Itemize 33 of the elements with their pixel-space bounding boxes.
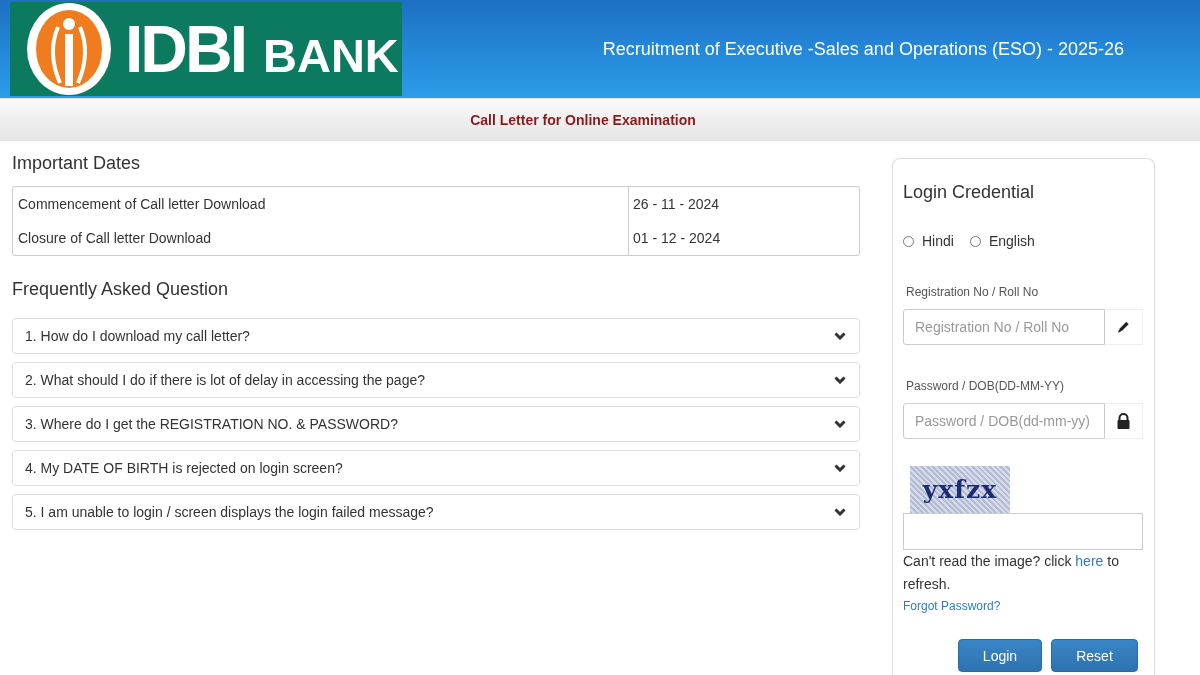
faq-item[interactable]: 5. I am unable to login / screen displays the login failed message? (12, 494, 860, 530)
login-button[interactable]: Login (958, 639, 1042, 672)
logo-emblem-icon (27, 3, 111, 95)
field-label: Registration No / Roll No (906, 284, 1040, 300)
pencil-icon (1116, 319, 1131, 335)
lock-icon (1116, 413, 1131, 429)
table-cell: 26 - 11 - 2024 (628, 187, 859, 221)
field-label: Password / DOB(DD-MM-YY) (906, 378, 1065, 394)
table-cell-text: Closure of Call letter Download (17, 229, 212, 248)
password-input[interactable]: Password / DOB(dd-mm-yy) (903, 403, 1105, 439)
section-heading: Frequently Asked Question (12, 278, 230, 300)
registration-input[interactable]: Registration No / Roll No (903, 309, 1105, 345)
reset-button[interactable]: Reset (1051, 639, 1138, 672)
table-cell-text: Commencement of Call letter Download (17, 195, 267, 214)
faq-item[interactable]: 3. Where do I get the REGISTRATION NO. & PASSWORD? (12, 406, 860, 442)
radio-label: English (988, 233, 1035, 249)
captcha-input[interactable] (903, 513, 1143, 550)
faq-item[interactable]: 4. My DATE OF BIRTH is rejected on login screen? (12, 450, 860, 486)
faq-item[interactable]: 1. How do I download my call letter? (12, 318, 860, 354)
radio-label: Hindi (922, 233, 954, 249)
radio-button[interactable] (903, 235, 914, 247)
radio-button[interactable] (969, 235, 981, 247)
faq-item[interactable]: 2. What should I do if there is lot of delay in accessing the page? (12, 362, 860, 398)
table-cell: 01 - 12 - 2024 (628, 221, 859, 255)
forgot-password-link[interactable]: Forgot Password? (903, 598, 1001, 614)
section-heading: Important Dates (12, 152, 142, 174)
captcha-image: yxfzx (910, 466, 1010, 513)
refresh-link[interactable]: here (1075, 553, 1104, 569)
section-title: Call Letter for Online Examination (470, 112, 696, 128)
panel-heading: Login Credential (903, 181, 1036, 203)
captcha-hint: Can't read the image? click here to refresh. (903, 552, 1120, 594)
page-title: Recruitment of Executive -Sales and Operations (ESO) - 2025-26 (602, 38, 1125, 60)
logo-text: IDBI BANK (125, 16, 399, 82)
